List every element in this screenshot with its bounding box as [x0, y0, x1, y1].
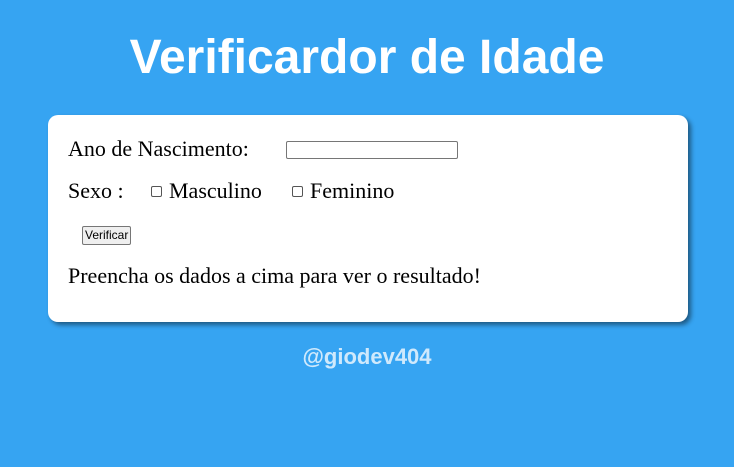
male-checkbox[interactable] — [151, 186, 162, 197]
sex-label: Sexo : — [68, 178, 124, 203]
author-handle: @giodev404 — [302, 344, 432, 369]
female-option-label[interactable]: Feminino — [310, 178, 394, 204]
birth-year-label: Ano de Nascimento: — [68, 136, 249, 161]
verify-button[interactable]: Verificar — [82, 226, 132, 245]
female-checkbox[interactable] — [292, 186, 303, 197]
male-option-label[interactable]: Masculino — [169, 178, 262, 204]
result-text: Preencha os dados a cima para ver o resu… — [68, 263, 481, 288]
page-title: Verificardor de Idade — [129, 31, 605, 84]
birth-year-input[interactable] — [286, 141, 458, 159]
age-form-card: Ano de Nascimento: Sexo : Masculino Femi… — [48, 115, 688, 322]
